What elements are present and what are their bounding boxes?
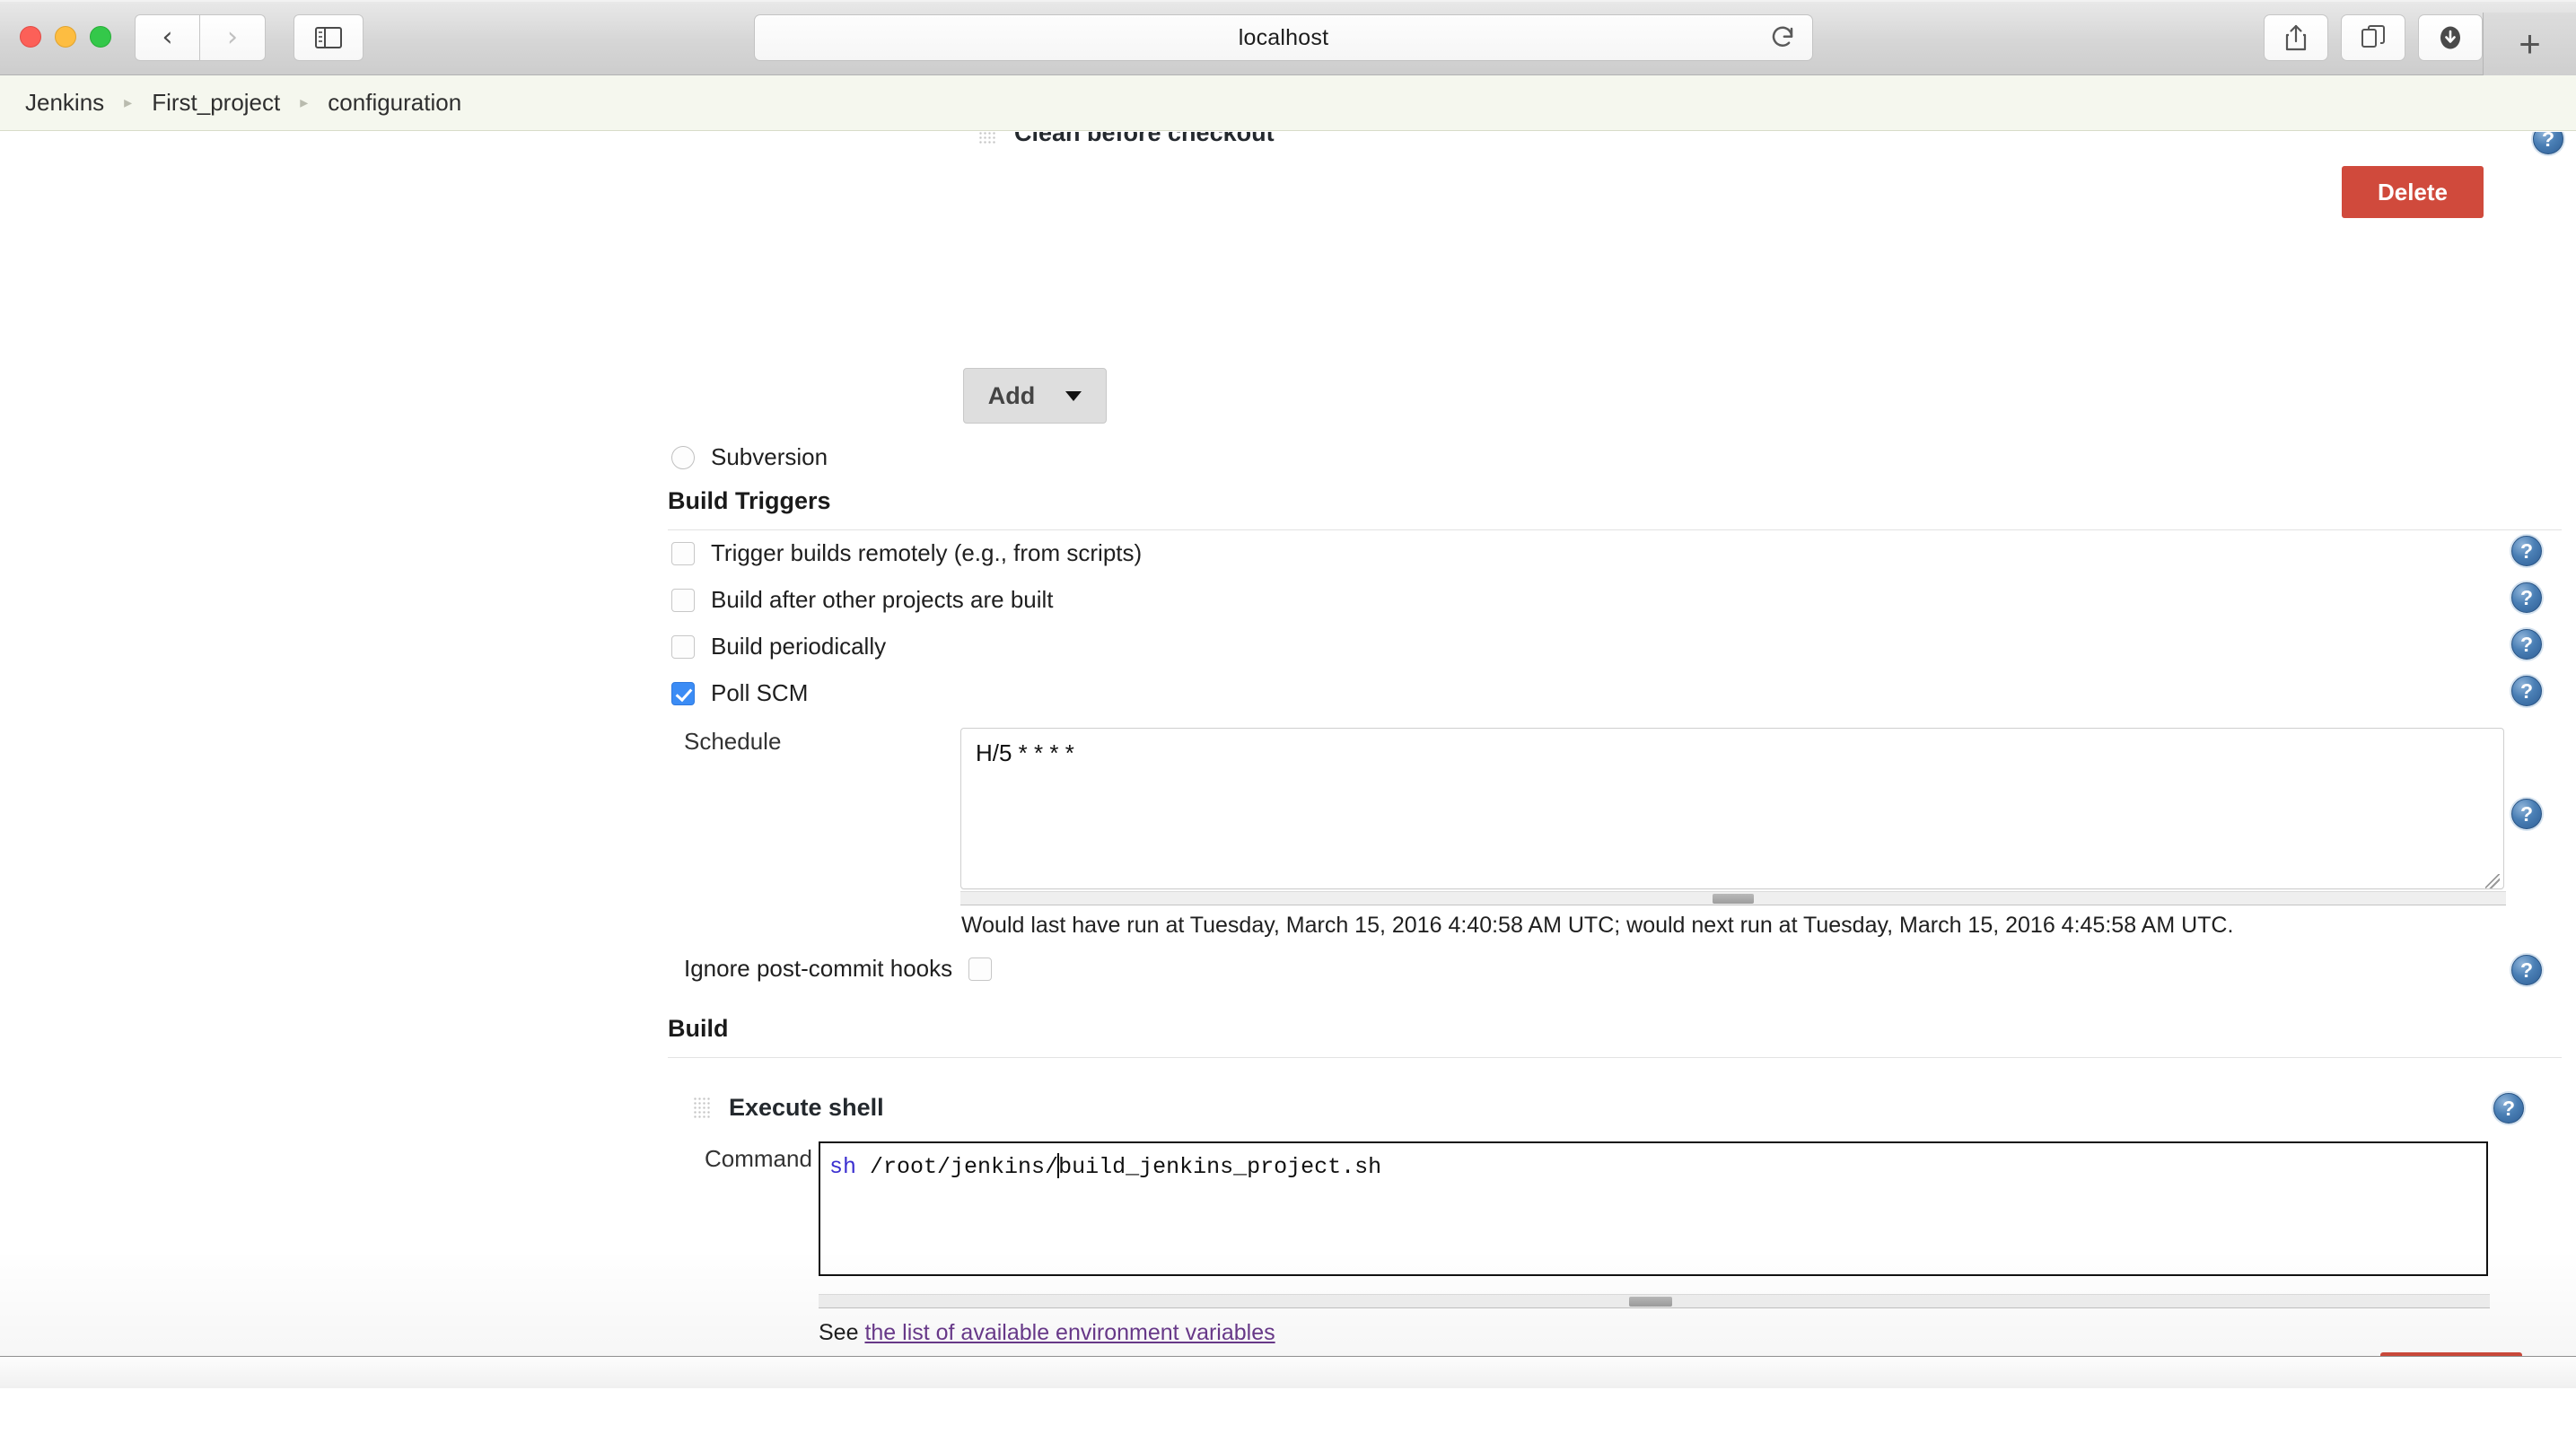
trigger-remotely-checkbox[interactable]: [671, 541, 695, 565]
subversion-radio[interactable]: [671, 445, 695, 469]
downloads-button[interactable]: [2418, 14, 2483, 61]
command-field-wrapper[interactable]: sh /root/jenkins/build_jenkins_project.s…: [819, 1141, 2488, 1281]
command-horizontal-scrollbar[interactable]: [819, 1294, 2490, 1308]
share-button[interactable]: [2264, 14, 2328, 61]
ignore-post-commit-hooks-row[interactable]: Ignore post-commit hooks: [684, 955, 993, 983]
see-prefix-text: See: [819, 1320, 865, 1345]
chrome-top-highlight: [0, 0, 2576, 2]
window-footer-bar: [0, 1356, 2576, 1388]
schedule-label: Schedule: [684, 728, 782, 755]
build-after-other-projects-label: Build after other projects are built: [711, 586, 1054, 613]
help-icon[interactable]: ?: [2511, 536, 2542, 566]
downloads-icon: [2440, 26, 2460, 49]
command-input[interactable]: [819, 1141, 2488, 1276]
sidebar-toggle-button[interactable]: [294, 14, 364, 61]
trigger-option-trigger-remotely[interactable]: Trigger builds remotely (e.g., from scri…: [671, 539, 1142, 567]
share-icon: [2285, 24, 2307, 51]
plus-icon: +: [2519, 22, 2541, 65]
subversion-label: Subversion: [711, 443, 828, 470]
build-heading: Build: [668, 1015, 729, 1042]
command-label: Command: [705, 1145, 812, 1172]
help-icon[interactable]: ?: [2511, 582, 2542, 613]
schedule-field-wrapper: [960, 728, 2504, 894]
build-triggers-heading: Build Triggers: [668, 487, 831, 514]
sidebar-toggle-icon: [315, 27, 342, 48]
breadcrumb-item-configuration[interactable]: configuration: [328, 89, 461, 117]
drag-handle-icon[interactable]: [978, 132, 996, 145]
trigger-remotely-label: Trigger builds remotely (e.g., from scri…: [711, 539, 1143, 566]
add-scm-button[interactable]: Add: [963, 368, 1107, 424]
help-icon[interactable]: ?: [2511, 955, 2542, 985]
build-divider: [668, 1057, 2562, 1058]
window-traffic-lights: [20, 26, 111, 48]
back-button[interactable]: ‹: [135, 14, 200, 61]
reload-icon[interactable]: [1769, 24, 1796, 51]
scrollbar-thumb[interactable]: [1629, 1297, 1672, 1307]
execute-shell-row: Execute shell: [693, 1094, 884, 1122]
execute-shell-label: Execute shell: [729, 1094, 884, 1121]
browser-chrome: ‹ › localhost +: [0, 0, 2576, 75]
help-icon[interactable]: ?: [2511, 799, 2542, 829]
build-after-other-projects-checkbox[interactable]: [671, 588, 695, 612]
breadcrumb-separator-icon: ▸: [300, 92, 309, 112]
maximize-window-button[interactable]: [90, 26, 111, 48]
address-bar[interactable]: localhost: [754, 14, 1813, 61]
build-periodically-label: Build periodically: [711, 633, 887, 660]
new-tab-button[interactable]: +: [2483, 13, 2576, 75]
breadcrumb-separator-icon: ▸: [124, 92, 133, 112]
schedule-horizontal-scrollbar[interactable]: [960, 891, 2506, 905]
add-button-label: Add: [987, 381, 1036, 409]
resize-handle-icon[interactable]: [2485, 874, 2500, 888]
trigger-option-poll-scm[interactable]: Poll SCM: [671, 679, 808, 707]
scm-delete-button[interactable]: Delete: [2342, 166, 2484, 218]
browser-toolbar-right: [2264, 14, 2483, 61]
breadcrumb: Jenkins ▸ First_project ▸ configuration: [0, 75, 2576, 131]
build-triggers-divider: [668, 529, 2562, 530]
minimize-window-button[interactable]: [55, 26, 76, 48]
url-text: localhost: [1238, 24, 1329, 50]
breadcrumb-item-jenkins[interactable]: Jenkins: [25, 89, 104, 117]
breadcrumb-item-first-project[interactable]: First_project: [152, 89, 280, 117]
ignore-post-commit-hooks-checkbox[interactable]: [968, 957, 993, 981]
clean-before-checkout-label: Clean before checkout: [1014, 132, 1275, 146]
ignore-post-commit-hooks-label: Ignore post-commit hooks: [684, 955, 953, 982]
poll-scm-checkbox[interactable]: [671, 681, 695, 705]
scm-option-subversion[interactable]: Subversion: [671, 443, 828, 471]
help-icon[interactable]: ?: [2533, 132, 2563, 154]
schedule-status-text: Would last have run at Tuesday, March 15…: [961, 913, 2234, 938]
clean-before-checkout-row: Clean before checkout: [978, 132, 1275, 147]
close-window-button[interactable]: [20, 26, 41, 48]
help-icon[interactable]: ?: [2511, 629, 2542, 660]
chevron-left-icon: ‹: [162, 22, 173, 53]
scrollbar-thumb[interactable]: [1713, 894, 1754, 904]
trigger-option-after-other-projects[interactable]: Build after other projects are built: [671, 586, 1054, 614]
trigger-option-build-periodically[interactable]: Build periodically: [671, 633, 886, 660]
forward-button[interactable]: ›: [200, 14, 266, 61]
poll-scm-label: Poll SCM: [711, 679, 809, 706]
configuration-form: Clean before checkout ? Delete Add Subve…: [0, 132, 2576, 1388]
help-icon[interactable]: ?: [2493, 1093, 2524, 1124]
build-periodically-checkbox[interactable]: [671, 634, 695, 659]
environment-variables-link[interactable]: the list of available environment variab…: [864, 1320, 1275, 1345]
chevron-right-icon: ›: [227, 22, 238, 53]
navigation-buttons: ‹ ›: [135, 14, 266, 61]
env-variables-hint: See the list of available environment va…: [819, 1320, 1275, 1346]
schedule-input[interactable]: [960, 728, 2504, 889]
help-icon[interactable]: ?: [2511, 676, 2542, 706]
chevron-down-icon: [1065, 390, 1082, 401]
drag-handle-icon[interactable]: [693, 1096, 711, 1120]
tab-overview-icon: [2361, 25, 2385, 48]
tab-overview-button[interactable]: [2341, 14, 2405, 61]
